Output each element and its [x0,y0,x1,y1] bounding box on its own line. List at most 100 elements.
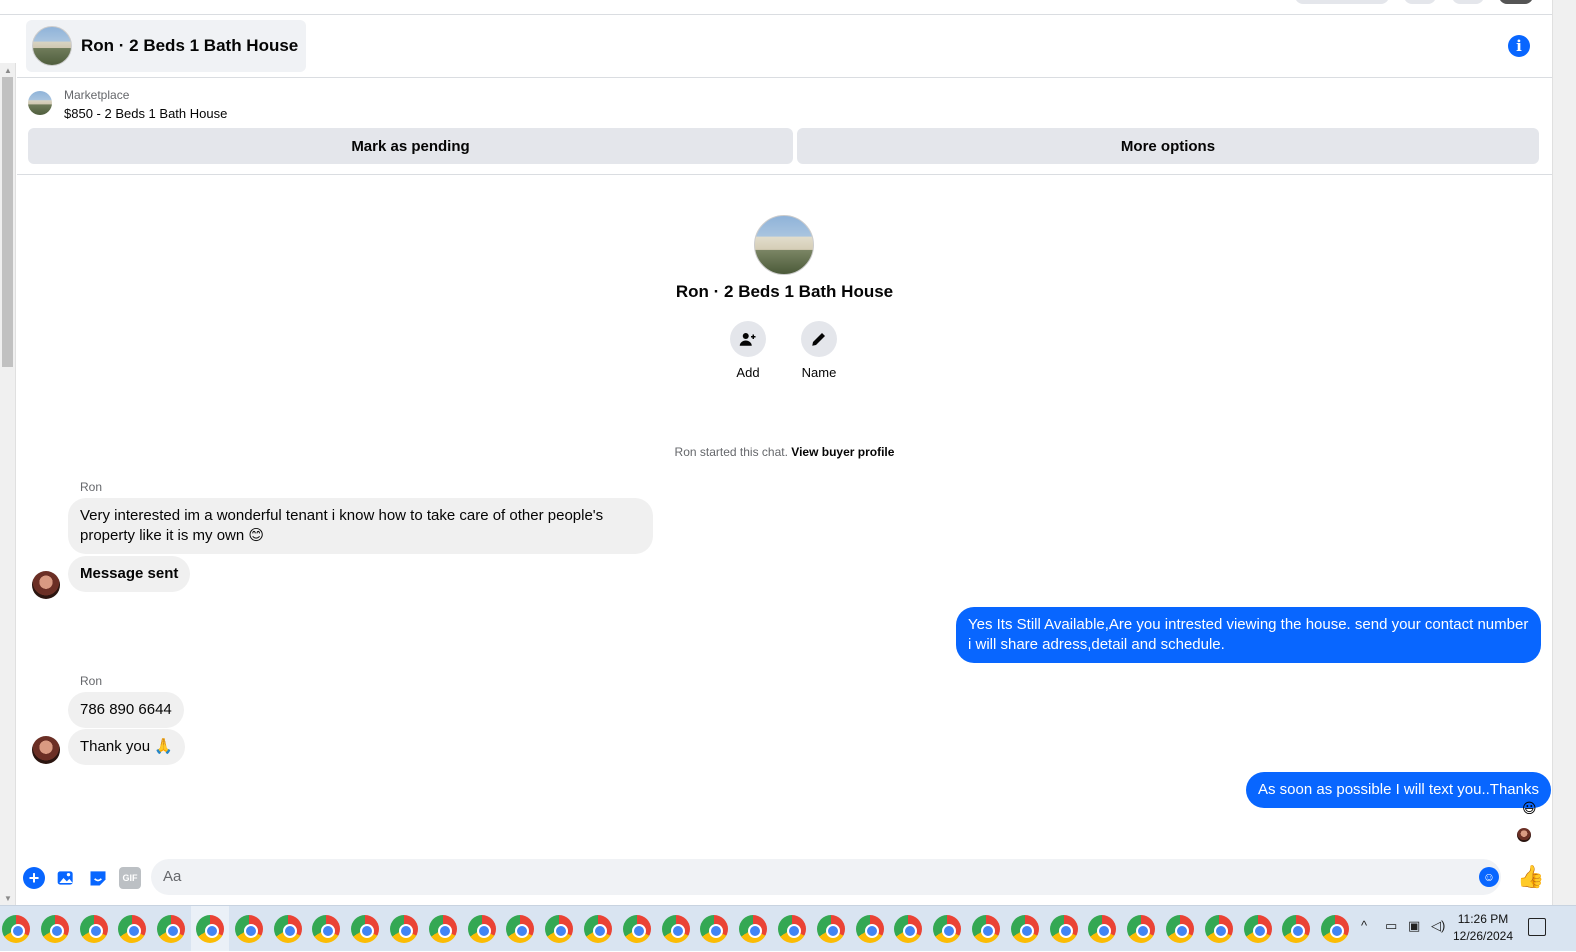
message-bubble[interactable]: Message sent [68,556,191,592]
tray-chevron-icon[interactable]: ^ [1361,918,1367,933]
browser-app-icon[interactable] [855,915,884,943]
add-action[interactable]: Add [718,321,778,380]
top-strip [0,0,1552,15]
message-input[interactable]: Aa [151,859,1501,895]
mark-as-pending-button[interactable]: Mark as pending [28,128,793,164]
photo-icon[interactable] [55,867,77,889]
system-clock[interactable]: 11:26 PM 12/26/2024 [1447,911,1519,945]
browser-app-icon[interactable] [816,915,845,943]
browser-app-icon[interactable] [1049,915,1078,943]
top-nav-button[interactable] [1452,0,1484,4]
browser-app-icon[interactable] [739,915,768,943]
scroll-up-icon[interactable]: ▲ [4,66,12,75]
browser-app-icon[interactable] [1204,915,1233,943]
browser-app-icon[interactable] [661,915,690,943]
browser-app-icon[interactable] [234,915,263,943]
intro-name: Ron · 2 Beds 1 Bath House [675,282,894,301]
listing-thumbnail[interactable] [28,91,52,115]
browser-app-icon[interactable] [584,915,612,943]
browser-app-icon[interactable] [506,915,535,943]
browser-app-icon[interactable] [428,915,457,943]
top-nav-pill[interactable] [1295,0,1389,4]
message-bubble-outgoing[interactable]: Yes Its Still Available,Are you intreste… [956,607,1541,663]
message-bubble[interactable]: Very interested im a wonderful tenant i … [68,498,653,554]
view-buyer-profile-link[interactable]: View buyer profile [791,445,894,459]
browser-app-icon[interactable] [196,915,224,943]
scroll-down-icon[interactable]: ▼ [4,894,12,903]
message-composer: + GIF Aa ☺ 👍 [17,851,1552,903]
network-icon[interactable]: ▣ [1408,918,1420,934]
meet-icon[interactable]: ▭ [1385,918,1397,934]
browser-app-icon[interactable] [79,915,108,943]
browser-app-icon[interactable] [273,915,302,943]
name-action[interactable]: Name [789,321,849,380]
clock-time: 11:26 PM [1457,912,1509,926]
volume-icon[interactable]: ◁) [1431,918,1445,934]
browser-app-icon[interactable] [390,915,418,943]
clock-date: 12/26/2024 [1452,929,1514,943]
browser-app-icon[interactable] [933,915,962,943]
listing-source: Marketplace [64,88,130,102]
browser-app-icon[interactable] [700,915,729,943]
add-person-icon[interactable] [730,321,766,357]
message-text: Message sent [80,565,179,582]
browser-app-icon[interactable] [1243,915,1272,943]
browser-app-icon[interactable] [118,915,147,943]
top-nav-button[interactable] [1404,0,1436,4]
more-options-button[interactable]: More options [797,128,1539,164]
browser-app-icon[interactable] [622,915,651,943]
listing-avatar [32,26,72,66]
browser-app-icon[interactable] [545,915,574,943]
chat-started-notice: Ron started this chat. View buyer profil… [17,445,1552,459]
notification-icon[interactable] [1528,918,1546,936]
ron-avatar[interactable] [32,571,60,599]
name-label: Name [801,365,837,380]
browser-app-icon[interactable] [1282,915,1311,943]
left-scrollbar[interactable]: ▲ ▼ [0,63,16,905]
intro-avatar [754,215,814,275]
message-bubble[interactable]: Thank you 🙏 [68,729,185,765]
thumbs-up-icon[interactable]: 👍 [1517,864,1544,890]
pray-emoji: 🙏 [154,738,173,755]
browser-app-icon[interactable] [351,915,380,943]
emoji-icon[interactable]: ☺ [1479,867,1499,887]
browser-app-icon[interactable] [157,915,186,943]
message-bubble-outgoing[interactable]: As soon as possible I will text you..Tha… [1246,772,1551,808]
message-text: Yes Its Still Available,Are you intreste… [968,616,1529,653]
profile-avatar[interactable] [1499,0,1533,4]
browser-app-icon[interactable] [2,915,30,943]
add-label: Add [736,365,760,380]
seen-by-avatar [1517,828,1531,842]
browser-app-icon[interactable] [1321,915,1350,943]
reaction-emoji[interactable]: 😃 [1522,800,1537,817]
right-scrollbar[interactable] [1552,0,1576,905]
browser-app-icon[interactable] [1088,915,1117,943]
marketplace-listing-bar: Marketplace $850 - 2 Beds 1 Bath House M… [17,79,1552,175]
browser-app-icon[interactable] [972,915,1000,943]
browser-app-icon[interactable] [312,915,341,943]
info-icon[interactable]: i [1508,35,1530,57]
windows-taskbar: ^ ▭ ▣ ◁) 11:26 PM 12/26/2024 [0,905,1576,952]
browser-app-icon[interactable] [1166,915,1194,943]
message-text: Very interested im a wonderful tenant i … [80,507,604,544]
started-text: Ron started this chat. [674,445,788,459]
ron-avatar[interactable] [32,736,60,764]
sender-name: Ron [80,674,103,688]
browser-app-icon[interactable] [1127,915,1156,943]
chat-title: Ron · 2 Beds 1 Bath House [81,36,299,55]
message-bubble[interactable]: 786 890 6644 [68,692,184,728]
sticker-icon[interactable] [87,867,109,889]
scrollbar-thumb[interactable] [2,77,13,367]
browser-app-icon[interactable] [467,915,496,943]
message-text: Thank you [80,738,151,755]
chat-title-button[interactable]: Ron · 2 Beds 1 Bath House [26,20,307,72]
pencil-icon[interactable] [801,321,837,357]
plus-icon[interactable]: + [23,867,45,889]
gif-icon[interactable]: GIF [119,867,141,889]
chat-header: Ron · 2 Beds 1 Bath House i [17,15,1552,78]
browser-app-icon[interactable] [778,915,806,943]
browser-app-icon[interactable] [1010,915,1039,943]
browser-app-icon[interactable] [40,915,69,943]
browser-app-icon[interactable] [894,915,923,943]
listing-title[interactable]: $850 - 2 Beds 1 Bath House [64,106,227,121]
